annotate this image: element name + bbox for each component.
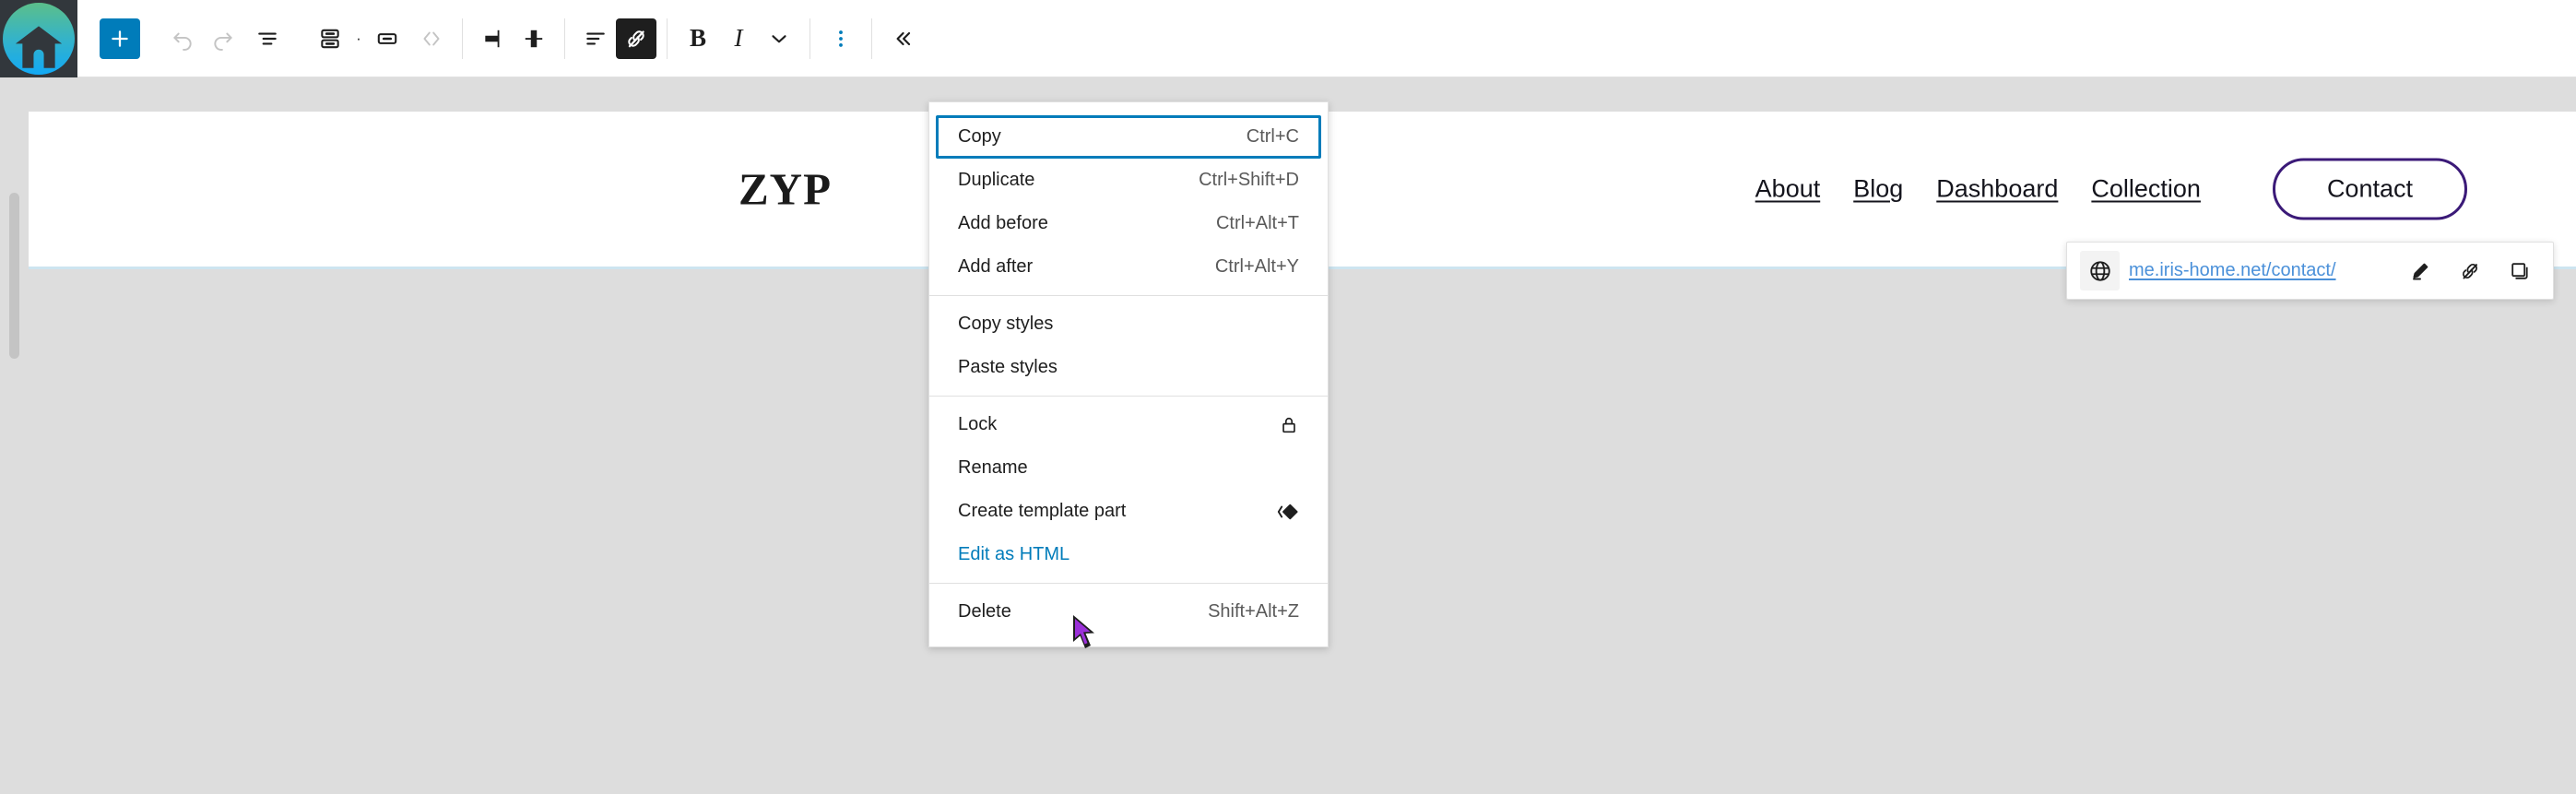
- angle-brackets-icon-button[interactable]: [411, 18, 452, 59]
- site-logo: ZYP: [739, 163, 832, 215]
- toolbar-divider: [809, 18, 810, 59]
- canvas-scrollbar[interactable]: [0, 77, 29, 794]
- menu-item-copy-styles[interactable]: Copy styles: [936, 302, 1321, 346]
- toolbar-divider: [871, 18, 872, 59]
- toolbar-spacer: [77, 38, 100, 39]
- nav-link-dashboard[interactable]: Dashboard: [1936, 175, 2058, 204]
- link-url[interactable]: me.iris-home.net/contact/: [2129, 260, 2391, 281]
- menu-item-edit-as-html[interactable]: Edit as HTML: [936, 533, 1321, 576]
- menu-item-rename[interactable]: Rename: [936, 446, 1321, 490]
- menu-item-shortcut: Ctrl+Alt+T: [1215, 213, 1299, 233]
- menu-item-label: Copy: [958, 126, 1001, 147]
- copy-link-button[interactable]: [2499, 251, 2540, 291]
- double-chevron-left-icon-button[interactable]: [882, 18, 923, 59]
- pencil-icon: [2409, 260, 2431, 282]
- unlink-button[interactable]: [2450, 251, 2490, 291]
- menu-item-paste-styles[interactable]: Paste styles: [936, 346, 1321, 389]
- menu-item-lock[interactable]: Lock: [936, 403, 1321, 446]
- block-options-menu: Copy Ctrl+C Duplicate Ctrl+Shift+D Add b…: [928, 101, 1329, 647]
- align-left-icon-button[interactable]: [473, 18, 514, 59]
- house-icon-button[interactable]: [0, 0, 77, 77]
- menu-item-shortcut: Shift+Alt+Z: [1208, 601, 1299, 622]
- menu-item-label: Edit as HTML: [958, 544, 1070, 564]
- menu-item-label: Paste styles: [958, 357, 1058, 377]
- add-block-button[interactable]: [100, 18, 140, 59]
- menu-item-add-before[interactable]: Add before Ctrl+Alt+T: [936, 202, 1321, 245]
- vertical-dots-icon-button[interactable]: [821, 18, 861, 59]
- nav-contact-button[interactable]: Contact: [2272, 158, 2467, 220]
- template-part-icon: [1277, 501, 1299, 523]
- menu-group-block-actions: Lock Rename Create template part Edit as…: [929, 396, 1328, 583]
- menu-item-add-after[interactable]: Add after Ctrl+Alt+Y: [936, 245, 1321, 289]
- menu-item-label: Add before: [958, 213, 1048, 233]
- italic-icon: I: [734, 24, 743, 52]
- edit-link-button[interactable]: [2400, 251, 2440, 291]
- link-popover: me.iris-home.net/contact/: [2066, 242, 2554, 300]
- menu-item-label: Add after: [958, 256, 1034, 277]
- menu-item-create-template-part[interactable]: Create template part: [936, 490, 1321, 533]
- toolbar-divider: [462, 18, 463, 59]
- menu-item-copy[interactable]: Copy Ctrl+C: [936, 115, 1321, 159]
- nav-link-collection[interactable]: Collection: [2091, 175, 2201, 204]
- menu-item-label: Duplicate: [958, 170, 1035, 190]
- menu-item-shortcut: Ctrl+C: [1246, 126, 1299, 147]
- menu-item-label: Create template part: [958, 501, 1127, 521]
- button-block-icon-button[interactable]: [367, 18, 408, 59]
- toolbar-spacer: [140, 38, 162, 39]
- nav-link-blog[interactable]: Blog: [1853, 175, 1903, 204]
- scrollbar-thumb[interactable]: [9, 193, 19, 359]
- editor-toolbar: · B I: [0, 0, 2576, 77]
- copy-icon: [2509, 260, 2531, 282]
- redo-arrow-icon-button[interactable]: [203, 18, 243, 59]
- navigation-block-icon-button[interactable]: [310, 18, 350, 59]
- italic-icon-button[interactable]: I: [718, 18, 759, 59]
- site-navigation: About Blog Dashboard Collection Contact: [1755, 158, 2467, 220]
- globe-icon: [2080, 251, 2120, 290]
- menu-group-clipboard: Copy Ctrl+C Duplicate Ctrl+Shift+D Add b…: [929, 109, 1328, 295]
- align-center-icon-button[interactable]: [514, 18, 554, 59]
- text-align-icon-button[interactable]: [575, 18, 616, 59]
- menu-item-label: Lock: [958, 414, 998, 434]
- nav-link-about[interactable]: About: [1755, 175, 1821, 204]
- toolbar-separator-dot: ·: [356, 30, 361, 47]
- menu-group-styles: Copy styles Paste styles: [929, 295, 1328, 396]
- menu-item-label: Copy styles: [958, 314, 1054, 334]
- menu-item-shortcut: Ctrl+Shift+D: [1199, 170, 1299, 190]
- toolbar-divider: [564, 18, 565, 59]
- bold-icon: B: [689, 24, 706, 52]
- chevron-down-icon-button[interactable]: [759, 18, 799, 59]
- lock-icon: [1279, 415, 1299, 435]
- toolbar-spacer: [288, 38, 310, 39]
- link-off-icon-button[interactable]: [616, 18, 656, 59]
- list-view-icon-button[interactable]: [247, 18, 288, 59]
- house-icon: [3, 2, 75, 75]
- menu-item-shortcut: Ctrl+Alt+Y: [1214, 256, 1299, 277]
- menu-item-label: Delete: [958, 601, 1011, 622]
- undo-arrow-icon-button[interactable]: [162, 18, 203, 59]
- menu-group-delete: Delete Shift+Alt+Z: [929, 583, 1328, 640]
- menu-item-delete[interactable]: Delete Shift+Alt+Z: [936, 590, 1321, 634]
- link-off-icon: [2459, 260, 2481, 282]
- toolbar-divider: [667, 18, 668, 59]
- menu-item-duplicate[interactable]: Duplicate Ctrl+Shift+D: [936, 159, 1321, 202]
- bold-icon-button[interactable]: B: [678, 18, 718, 59]
- menu-item-label: Rename: [958, 457, 1028, 478]
